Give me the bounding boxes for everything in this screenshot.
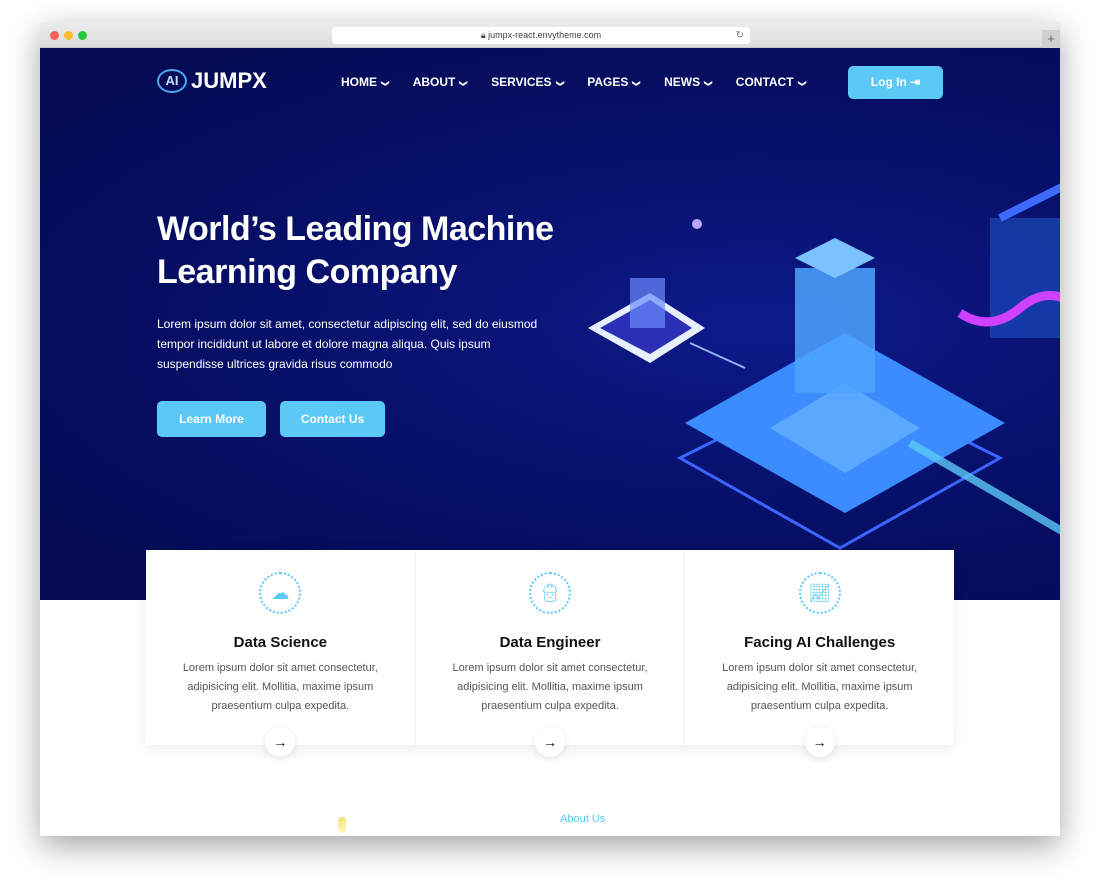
feature-card: 👷︎ Data Engineer Lorem ipsum dolor sit a… (416, 550, 686, 757)
decorative-shape (338, 817, 346, 833)
nav-home[interactable]: HOME ❯ (341, 75, 390, 89)
arrow-right-icon[interactable]: → (804, 727, 835, 757)
chevron-down-icon: ❯ (459, 80, 469, 87)
hero-title: World’s Leading Machine Learning Company (157, 210, 554, 291)
hero-section: AI JUMPX HOME ❯ ABOUT ❯ SERVICES ❯ PAGES ❯ NE… (40, 48, 1060, 600)
learn-more-button[interactable]: Learn More (157, 401, 266, 437)
maximize-window-button[interactable] (78, 31, 87, 40)
chevron-down-icon: ❯ (555, 80, 565, 87)
contact-us-button[interactable]: Contact Us (280, 401, 385, 437)
arrow-right-icon[interactable]: → (535, 727, 565, 757)
nav-contact[interactable]: CONTACT ❯ (736, 75, 807, 89)
chevron-down-icon: ❯ (703, 80, 713, 87)
chevron-down-icon: ❯ (797, 80, 807, 87)
arrow-right-icon[interactable]: → (265, 727, 296, 757)
new-tab-button[interactable]: + (1042, 30, 1060, 48)
reload-icon[interactable]: ↻ (736, 27, 744, 44)
logo[interactable]: AI JUMPX (157, 68, 267, 94)
address-bar[interactable]: 🔒︎ jumpx-react.envytheme.com ↻ (332, 27, 750, 44)
nav-services[interactable]: SERVICES ❯ (491, 75, 565, 89)
browser-titlebar: 🔒︎ jumpx-react.envytheme.com ↻ + (40, 22, 1060, 48)
minimize-window-button[interactable] (64, 31, 73, 40)
chevron-down-icon: ❯ (380, 80, 390, 87)
nav-news[interactable]: NEWS ❯ (664, 75, 713, 89)
feature-cards: ☁ Data Science Lorem ipsum dolor sit ame… (146, 550, 954, 757)
chevron-down-icon: ❯ (632, 80, 642, 87)
chart-growth-icon: 📈︎ (798, 572, 841, 614)
nav-about[interactable]: ABOUT ❯ (413, 75, 469, 89)
feature-card: 📈︎ Facing AI Challenges Lorem ipsum dolo… (685, 550, 954, 757)
nav-pages[interactable]: PAGES ❯ (587, 75, 642, 89)
about-us-label: About Us (560, 813, 606, 825)
engineer-icon: 👷︎ (529, 572, 571, 614)
cloud-icon: ☁ (259, 572, 302, 614)
hero-description: Lorem ipsum dolor sit amet, consectetur … (157, 317, 538, 371)
main-nav: HOME ❯ ABOUT ❯ SERVICES ❯ PAGES ❯ NEWS ❯ CONT… (341, 75, 807, 89)
browser-window: 🔒︎ jumpx-react.envytheme.com ↻ + AI JUMPX … (40, 22, 1060, 836)
login-button[interactable]: Log In ⇥ (848, 66, 943, 99)
close-window-button[interactable] (50, 31, 59, 40)
feature-card: ☁ Data Science Lorem ipsum dolor sit ame… (146, 550, 416, 757)
machine-learning-illustration (588, 183, 1060, 550)
